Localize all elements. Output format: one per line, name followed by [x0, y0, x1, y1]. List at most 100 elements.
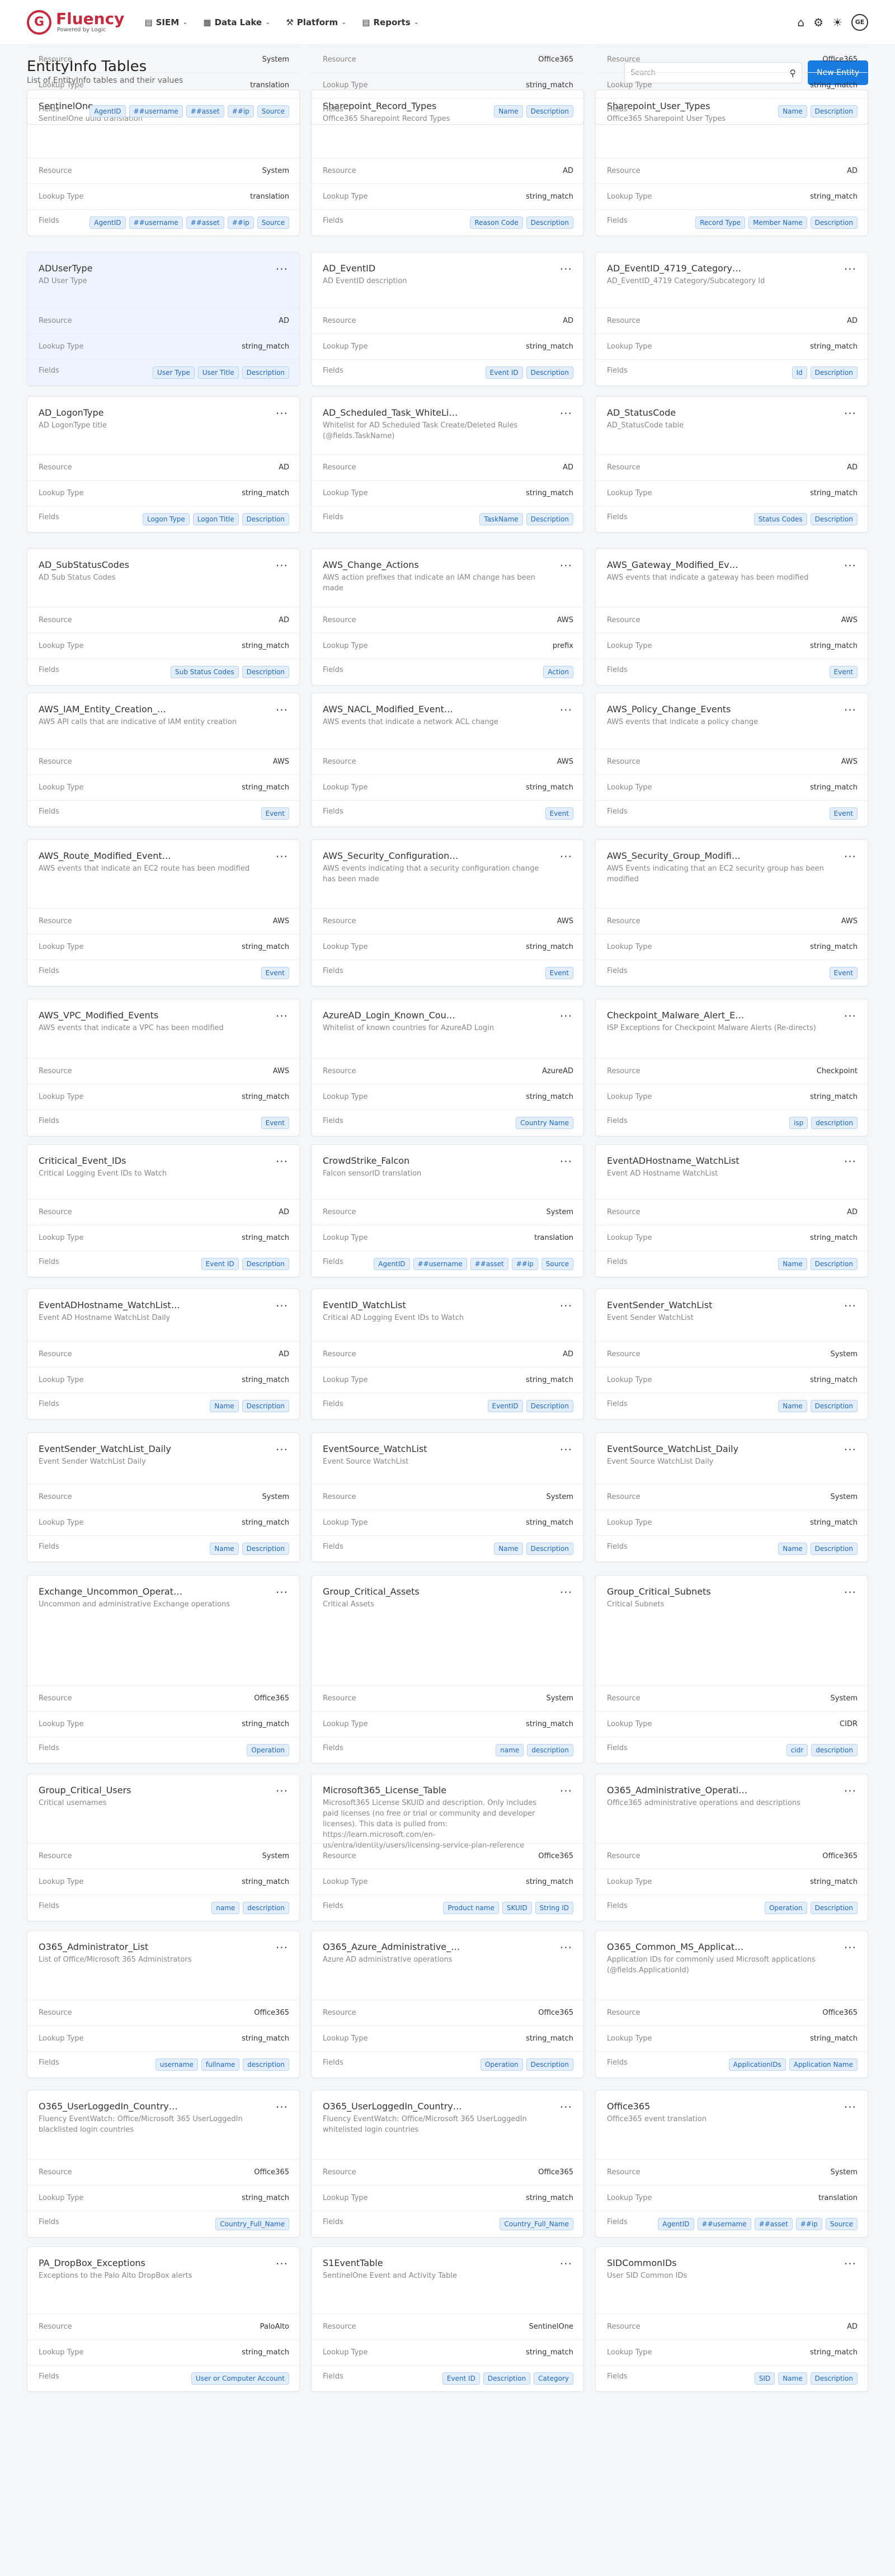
entity-card[interactable]: AWS_Security_Group_Modifi… AWS Events ind…: [595, 839, 868, 986]
entity-card[interactable]: O365_Administrative_Operati… Office365 ad…: [595, 1774, 868, 1921]
entity-card[interactable]: AWS_Route_Modified_Event… AWS events that…: [27, 839, 300, 986]
entity-card[interactable]: EventID_WatchList Critical AD Logging Eve…: [311, 1289, 584, 1419]
entity-card[interactable]: AD_StatusCode AD_StatusCode table ··· Resou…: [595, 396, 868, 533]
more-options-icon[interactable]: ···: [560, 560, 572, 571]
entity-card[interactable]: Office365 Office365 event translation ··· R…: [595, 2090, 868, 2237]
more-options-icon[interactable]: ···: [560, 2258, 572, 2269]
more-options-icon[interactable]: ···: [560, 1942, 572, 1953]
more-options-icon[interactable]: ···: [560, 704, 572, 716]
entity-card[interactable]: AWS_Gateway_Modified_Ev… AWS events that …: [595, 548, 868, 685]
more-options-icon[interactable]: ···: [560, 264, 572, 275]
more-options-icon[interactable]: ···: [276, 560, 288, 571]
entity-card[interactable]: AD_EventID_4719_Category… AD_EventID_4719…: [595, 252, 868, 386]
entity-card[interactable]: AWS_NACL_Modified_Event… AWS events that …: [311, 693, 584, 827]
entity-card[interactable]: O365_Administrator_List List of Office/Mi…: [27, 1930, 300, 2078]
more-options-icon[interactable]: ···: [844, 408, 856, 419]
entity-card[interactable]: AD_EventID AD EventID description ··· Resou…: [311, 252, 584, 386]
entity-card[interactable]: Group_Critical_Assets Critical Assets ··· R…: [311, 1575, 584, 1764]
more-options-icon[interactable]: ···: [844, 2258, 856, 2269]
gear-icon[interactable]: ⚙: [813, 16, 823, 29]
entity-card[interactable]: AWS_Policy_Change_Events AWS events that …: [595, 693, 868, 827]
entity-card[interactable]: EventADHostname_WatchList… Event AD Hostn…: [27, 1289, 300, 1419]
more-options-icon[interactable]: ···: [276, 1444, 288, 1455]
entity-card[interactable]: Group_Critical_Subnets Critical Subnets ··…: [595, 1575, 868, 1764]
more-options-icon[interactable]: ···: [844, 851, 856, 862]
more-options-icon[interactable]: ···: [560, 408, 572, 419]
more-options-icon[interactable]: ···: [844, 1444, 856, 1455]
more-options-icon[interactable]: ···: [276, 1942, 288, 1953]
more-options-icon[interactable]: ···: [276, 1300, 288, 1311]
more-options-icon[interactable]: ···: [276, 408, 288, 419]
entity-card[interactable]: SentinelOneSentinelOne uuid translation·…: [27, 46, 300, 125]
entity-card[interactable]: CrowdStrike_Falcon Falcon sensorID transl…: [311, 1144, 584, 1277]
more-options-icon[interactable]: ···: [560, 2102, 572, 2113]
entity-card[interactable]: AzureAD_Login_Known_Cou… Whitelist of kno…: [311, 999, 584, 1136]
more-options-icon[interactable]: ···: [844, 1587, 856, 1598]
more-options-icon[interactable]: ···: [276, 1010, 288, 1022]
more-options-icon[interactable]: ···: [276, 2258, 288, 2269]
entity-card[interactable]: Group_Critical_Users Critical usernames ··…: [27, 1774, 300, 1921]
entity-card[interactable]: AD_Scheduled_Task_WhiteLi… Whitelist for …: [311, 396, 584, 533]
entity-card[interactable]: AWS_IAM_Entity_Creation_… AWS API calls t…: [27, 693, 300, 827]
nav-data-lake[interactable]: ▦ Data Lake ⌄: [203, 17, 270, 27]
entity-card[interactable]: EventSource_WatchList_Daily Event Source …: [595, 1432, 868, 1562]
more-options-icon[interactable]: ···: [276, 704, 288, 716]
entity-card[interactable]: EventADHostname_WatchList Event AD Hostna…: [595, 1144, 868, 1277]
entity-card[interactable]: Sharepoint_Record_Types Office365 Sharepo…: [311, 46, 584, 125]
entity-card[interactable]: EventSender_WatchList_Daily Event Sender …: [27, 1432, 300, 1562]
entity-card[interactable]: O365_UserLoggedIn_Country… Fluency EventW…: [311, 2090, 584, 2237]
more-options-icon[interactable]: ···: [844, 704, 856, 716]
more-options-icon[interactable]: ···: [844, 1010, 856, 1022]
more-options-icon[interactable]: ···: [844, 560, 856, 571]
entity-card[interactable]: Criticical_Event_IDs Critical Logging Eve…: [27, 1144, 300, 1277]
entity-card[interactable]: AWS_Change_Actions AWS action prefixes th…: [311, 548, 584, 685]
more-options-icon[interactable]: ···: [276, 2102, 288, 2113]
lookup-label: Lookup Type: [39, 1720, 84, 1728]
entity-card[interactable]: Sharepoint_User_Types Office365 Sharepoin…: [595, 46, 868, 125]
logo[interactable]: G Fluency Powered by Logic: [27, 10, 124, 35]
entity-card[interactable]: O365_Azure_Administrative_… Azure AD admi…: [311, 1930, 584, 2078]
more-options-icon[interactable]: ···: [844, 1156, 856, 1167]
nav-siem[interactable]: ▤ SIEM ⌄: [144, 17, 187, 27]
entity-card[interactable]: AWS_VPC_Modified_Events AWS events that i…: [27, 999, 300, 1136]
more-options-icon[interactable]: ···: [560, 1010, 572, 1022]
entity-card[interactable]: Microsoft365_License_Table Microsoft365 L…: [311, 1774, 584, 1921]
more-options-icon[interactable]: ···: [844, 264, 856, 275]
entity-card[interactable]: O365_Common_MS_Applicat… Application IDs …: [595, 1930, 868, 2078]
nav-platform[interactable]: ⚒ Platform ⌄: [286, 17, 346, 27]
more-options-icon[interactable]: ···: [560, 1444, 572, 1455]
more-options-icon[interactable]: ···: [560, 851, 572, 862]
more-options-icon[interactable]: ···: [560, 1785, 572, 1797]
more-options-icon[interactable]: ···: [844, 1785, 856, 1797]
entity-card[interactable]: O365_UserLoggedIn_Country… Fluency EventW…: [27, 2090, 300, 2237]
more-options-icon[interactable]: ···: [276, 1587, 288, 1598]
nav-reports[interactable]: ▤ Reports ⌄: [362, 17, 419, 27]
sun-icon[interactable]: ☀: [832, 16, 842, 29]
more-options-icon[interactable]: ···: [276, 1156, 288, 1167]
more-options-icon[interactable]: ···: [844, 2102, 856, 2113]
more-options-icon[interactable]: ···: [844, 1942, 856, 1953]
entity-card[interactable]: AD_SubStatusCodes AD Sub Status Codes ··· R…: [27, 548, 300, 685]
entity-card[interactable]: Exchange_Uncommon_Operat… Uncommon and ad…: [27, 1575, 300, 1764]
more-options-icon[interactable]: ···: [276, 1785, 288, 1797]
entity-card[interactable]: EventSource_WatchList Event Source WatchL…: [311, 1432, 584, 1562]
entity-card[interactable]: AWS_Security_Configuration… AWS events in…: [311, 839, 584, 986]
resource-value: System: [262, 55, 289, 64]
avatar[interactable]: GE: [851, 13, 868, 31]
more-options-icon[interactable]: ···: [560, 1156, 572, 1167]
entity-card[interactable]: AD_LogonType AD LogonType title ··· Resourc…: [27, 396, 300, 533]
entity-card[interactable]: SIDCommonIDs User SID Common IDs ··· Resour…: [595, 2246, 868, 2392]
more-options-icon[interactable]: ···: [560, 1587, 572, 1598]
resource-label: Resource: [39, 1208, 72, 1216]
entity-card[interactable]: S1EventTable SentinelOne Event and Activi…: [311, 2246, 584, 2392]
more-options-icon[interactable]: ···: [276, 264, 288, 275]
entity-card[interactable]: Checkpoint_Malware_Alert_E… ISP Exception…: [595, 999, 868, 1136]
more-options-icon[interactable]: ···: [276, 851, 288, 862]
entity-card[interactable]: PA_DropBox_Exceptions Exceptions to the P…: [27, 2246, 300, 2392]
more-options-icon[interactable]: ···: [560, 1300, 572, 1311]
entity-card[interactable]: EventSender_WatchList Event Sender WatchL…: [595, 1289, 868, 1419]
fields-label: Fields: [607, 1400, 628, 1408]
home-icon[interactable]: ⌂: [797, 16, 804, 29]
more-options-icon[interactable]: ···: [844, 1300, 856, 1311]
entity-card[interactable]: ADUserType AD User Type ··· Resource AD Looku…: [27, 252, 300, 386]
